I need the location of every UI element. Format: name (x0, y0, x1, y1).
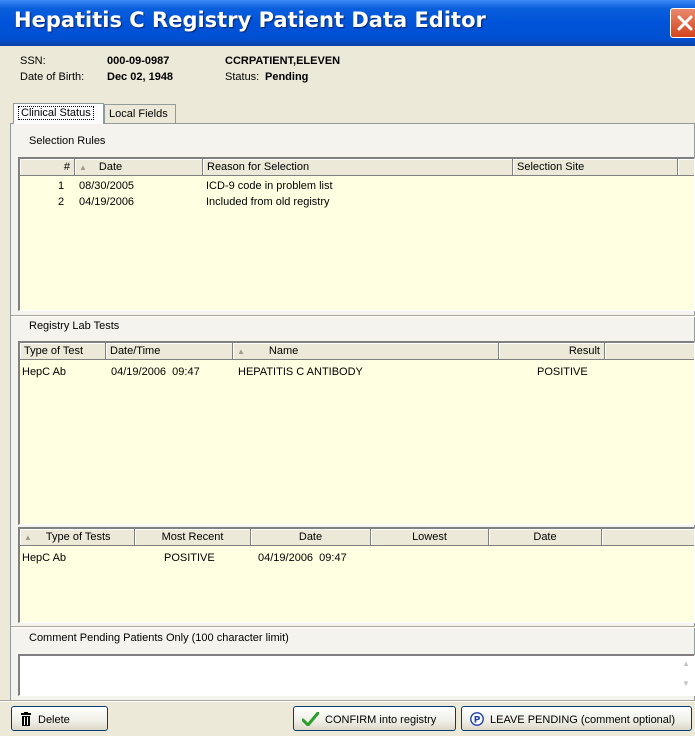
sort-arrow-icon: ▲ (24, 533, 32, 542)
row-number: 2 (58, 196, 65, 208)
row-name: HEPATITIS C ANTIBODY (238, 366, 363, 378)
column-header-result[interactable]: Result (499, 343, 605, 360)
comment-field[interactable]: ▲ ▼ (18, 654, 695, 696)
status-label: Status: (225, 71, 260, 83)
delete-button[interactable]: Delete (11, 706, 108, 731)
column-header-selection-site[interactable]: Selection Site (513, 159, 678, 176)
grid-header: # ▲ Date Reason for Selection Selection S… (20, 159, 694, 176)
selection-rules-label: Selection Rules (29, 135, 106, 147)
tab-label: Clinical Status (18, 106, 94, 120)
column-header-number[interactable]: # (20, 159, 75, 176)
row-date: 08/30/2005 (79, 180, 135, 192)
leave-pending-label: LEAVE PENDING (comment optional) (490, 714, 676, 726)
svg-text:P: P (474, 716, 481, 726)
window-title: Hepatitis C Registry Patient Data Editor (14, 8, 486, 32)
column-header-datetime[interactable]: Date/Time (106, 343, 233, 360)
column-header-name[interactable]: ▲ Name (233, 343, 499, 360)
row-number: 1 (58, 180, 65, 192)
selection-rules-grid[interactable]: # ▲ Date Reason for Selection Selection S… (18, 157, 695, 311)
row-type: HepC Ab (22, 552, 67, 564)
status-value: Pending (265, 71, 309, 83)
lab-tests-grid[interactable]: Type of Test Date/Time ▲ Name Result HepC… (18, 341, 695, 525)
row-reason: ICD-9 code in problem list (206, 180, 333, 192)
close-button[interactable] (670, 8, 695, 38)
column-header-filler (605, 343, 694, 360)
divider (0, 700, 695, 702)
patient-name: CCRPATIENT,ELEVEN (225, 55, 341, 67)
column-header-type-of-tests[interactable]: ▲ Type of Tests (20, 529, 135, 546)
trash-icon (20, 712, 32, 729)
lab-summary-grid[interactable]: ▲ Type of Tests Most Recent Date Lowest D… (18, 527, 695, 623)
ssn-label: SSN: (20, 55, 46, 67)
column-header-most-recent[interactable]: Most Recent (135, 529, 251, 546)
row-result: POSITIVE (537, 366, 588, 378)
lab-tests-label: Registry Lab Tests (29, 320, 120, 332)
dob-label: Date of Birth: (20, 71, 85, 83)
title-bar[interactable]: Hepatitis C Registry Patient Data Editor (0, 0, 695, 46)
column-header-date[interactable]: Date (251, 529, 371, 546)
confirm-label: CONFIRM into registry (325, 714, 437, 726)
grid-header: ▲ Type of Tests Most Recent Date Lowest D… (20, 529, 694, 546)
delete-label: Delete (38, 714, 70, 726)
scroll-up-icon[interactable]: ▲ (678, 656, 694, 672)
tab-local-fields[interactable]: Local Fields (104, 104, 176, 123)
p-circle-icon: P (470, 712, 484, 729)
tab-label: Local Fields (109, 108, 168, 120)
row-datetime: 04/19/2006 09:47 (111, 366, 200, 378)
column-header-lowest[interactable]: Lowest (371, 529, 489, 546)
row-date: 04/19/2006 09:47 (258, 552, 347, 564)
column-header-date[interactable]: ▲ Date (75, 159, 203, 176)
row-type: HepC Ab (22, 366, 67, 378)
comment-label: Comment Pending Patients Only (100 chara… (29, 632, 289, 644)
splitter[interactable] (11, 626, 695, 628)
tab-clinical-status[interactable]: Clinical Status (13, 103, 104, 124)
leave-pending-button[interactable]: P LEAVE PENDING (comment optional) (461, 706, 692, 731)
sort-arrow-icon: ▲ (237, 347, 245, 356)
column-header-filler (678, 159, 694, 176)
close-icon (677, 15, 693, 31)
splitter[interactable] (11, 315, 695, 317)
sort-arrow-icon: ▲ (79, 163, 87, 172)
checkmark-icon (301, 711, 320, 729)
column-header-type-of-test[interactable]: Type of Test (20, 343, 106, 360)
grid-header: Type of Test Date/Time ▲ Name Result (20, 343, 694, 360)
scroll-down-icon[interactable]: ▼ (678, 676, 694, 692)
column-header-filler (602, 529, 694, 546)
confirm-button[interactable]: CONFIRM into registry (293, 706, 456, 731)
column-header-date-lowest[interactable]: Date (489, 529, 602, 546)
dob-value: Dec 02, 1948 (107, 71, 174, 83)
ssn-value: 000-09-0987 (107, 55, 170, 67)
row-date: 04/19/2006 (79, 196, 135, 208)
row-reason: Included from old registry (206, 196, 330, 208)
row-most-recent: POSITIVE (164, 552, 215, 564)
column-header-reason[interactable]: Reason for Selection (203, 159, 513, 176)
